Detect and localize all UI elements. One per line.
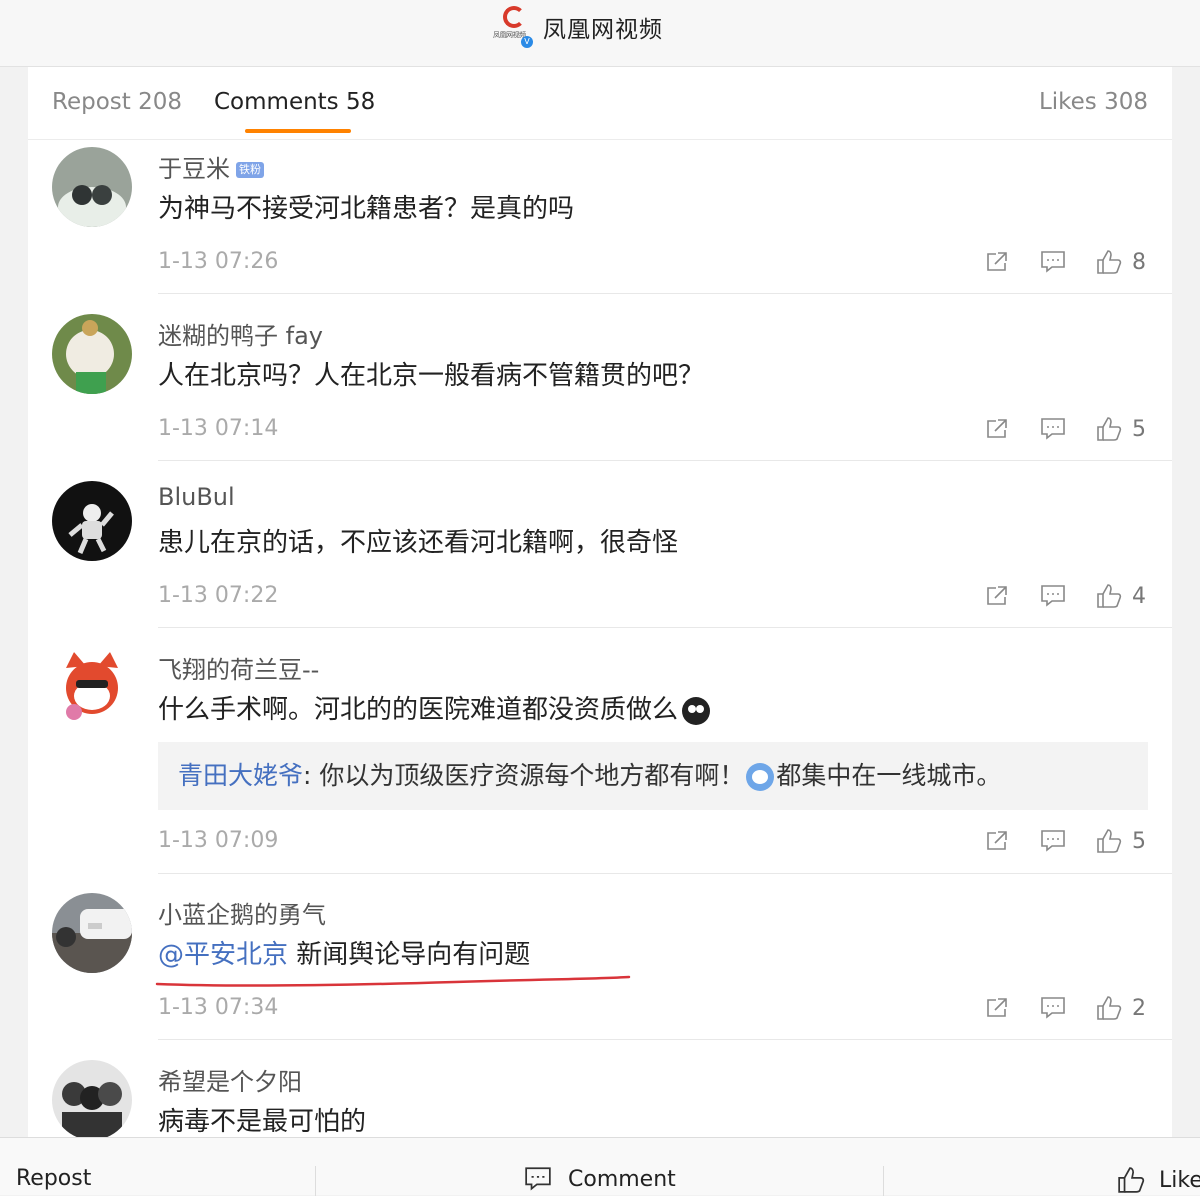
ifeng-logo: 凤凰网视频 V bbox=[493, 6, 535, 48]
divider bbox=[158, 873, 1172, 874]
comment-time: 1-13 07:34 bbox=[158, 995, 279, 1020]
divider bbox=[883, 1166, 884, 1196]
comment-text: 为神马不接受河北籍患者？是真的吗 bbox=[158, 194, 575, 224]
comment-time: 1-13 07:14 bbox=[158, 416, 279, 441]
reply-text: 你以为顶级医疗资源每个地方都有啊！ bbox=[319, 761, 745, 790]
divider bbox=[158, 1039, 1172, 1040]
comment-text: 患儿在京的话，不应该还看河北籍啊，很奇怪 bbox=[158, 528, 679, 558]
comment-time: 1-13 07:09 bbox=[158, 828, 279, 853]
avatar[interactable] bbox=[52, 147, 132, 227]
reply-icon[interactable] bbox=[1038, 414, 1068, 444]
share-icon[interactable] bbox=[982, 826, 1012, 856]
tab-repost[interactable]: Repost 208 bbox=[52, 89, 182, 115]
top-bar: 凤凰网视频 V 凤凰网视频 bbox=[0, 0, 1200, 67]
like-count: 5 bbox=[1132, 828, 1146, 854]
emoji-icon bbox=[746, 763, 775, 791]
fan-badge: 铁粉 bbox=[236, 162, 264, 178]
share-icon[interactable] bbox=[982, 247, 1012, 277]
brand-name: 凤凰网视频 bbox=[543, 17, 663, 43]
comment-actions: 5 bbox=[982, 414, 1146, 444]
reply-icon[interactable] bbox=[1038, 247, 1068, 277]
comment-actions: 4 bbox=[982, 581, 1146, 611]
active-tab-indicator bbox=[245, 129, 351, 133]
comment-text: @平安北京 新闻舆论导向有问题 bbox=[158, 940, 531, 970]
avatar[interactable] bbox=[52, 314, 132, 394]
divider bbox=[158, 293, 1172, 294]
brand: 凤凰网视频 V 凤凰网视频 bbox=[493, 5, 663, 49]
comment-time: 1-13 07:26 bbox=[158, 249, 279, 274]
comment-button[interactable]: Comment bbox=[524, 1166, 676, 1192]
comment-actions: 5 bbox=[982, 826, 1146, 856]
like-count: 8 bbox=[1132, 249, 1146, 275]
tab-bar: Repost 208 Comments 58 Likes 308 bbox=[28, 67, 1172, 140]
like-icon[interactable] bbox=[1094, 247, 1124, 277]
sub-reply[interactable]: 青田大姥爷: 你以为顶级医疗资源每个地方都有啊！ 都集中在一线城市。 bbox=[158, 742, 1148, 810]
avatar[interactable] bbox=[52, 481, 132, 561]
like-icon[interactable] bbox=[1094, 826, 1124, 856]
red-underline-annotation bbox=[155, 975, 631, 987]
comment-username[interactable]: 飞翔的荷兰豆-- bbox=[158, 650, 319, 685]
tab-comments[interactable]: Comments 58 bbox=[214, 89, 375, 115]
comment-username[interactable]: 迷糊的鸭子 fay bbox=[158, 316, 323, 351]
like-icon bbox=[1118, 1167, 1145, 1193]
share-icon[interactable] bbox=[982, 993, 1012, 1023]
avatar[interactable] bbox=[52, 893, 132, 973]
reply-username[interactable]: 青田大姥爷 bbox=[178, 761, 303, 790]
divider bbox=[315, 1166, 316, 1196]
share-icon[interactable] bbox=[982, 581, 1012, 611]
like-button[interactable]: Like bbox=[1117, 1166, 1200, 1194]
reply-icon[interactable] bbox=[1038, 826, 1068, 856]
comment-actions: 2 bbox=[982, 993, 1146, 1023]
avatar[interactable] bbox=[52, 1060, 132, 1137]
reply-icon[interactable] bbox=[1038, 581, 1068, 611]
comment-text: 病毒不是最可怕的 bbox=[158, 1107, 367, 1137]
like-count: 4 bbox=[1132, 583, 1146, 609]
divider bbox=[158, 460, 1172, 461]
comment-icon bbox=[525, 1167, 551, 1191]
emoji-icon bbox=[682, 696, 711, 725]
divider bbox=[158, 627, 1172, 628]
like-icon[interactable] bbox=[1094, 581, 1124, 611]
comment-username[interactable]: 希望是个夕阳 bbox=[158, 1062, 302, 1097]
share-icon[interactable] bbox=[982, 414, 1012, 444]
tab-likes[interactable]: Likes 308 bbox=[1039, 89, 1148, 115]
comment-actions: 8 bbox=[982, 247, 1146, 277]
avatar[interactable] bbox=[52, 648, 132, 728]
comment-text: 人在北京吗？人在北京一般看病不管籍贯的吧？ bbox=[158, 361, 705, 391]
repost-button[interactable]: Repost bbox=[16, 1166, 91, 1191]
comment-time: 1-13 07:22 bbox=[158, 583, 279, 608]
comment-username[interactable]: BluBul bbox=[158, 483, 235, 511]
comment-text: 什么手术啊。河北的的医院难道都没资质做么 bbox=[158, 689, 711, 726]
like-icon[interactable] bbox=[1094, 993, 1124, 1023]
mention-link[interactable]: @平安北京 bbox=[158, 940, 288, 970]
like-count: 5 bbox=[1132, 416, 1146, 442]
comment-username[interactable]: 小蓝企鹅的勇气 bbox=[158, 895, 326, 930]
reply-icon[interactable] bbox=[1038, 993, 1068, 1023]
verified-icon: V bbox=[521, 36, 533, 48]
like-count: 2 bbox=[1132, 995, 1146, 1021]
like-icon[interactable] bbox=[1094, 414, 1124, 444]
comment-username[interactable]: 于豆米 铁粉 bbox=[158, 149, 264, 184]
bottom-action-bar: Repost Comment Like bbox=[0, 1137, 1200, 1196]
